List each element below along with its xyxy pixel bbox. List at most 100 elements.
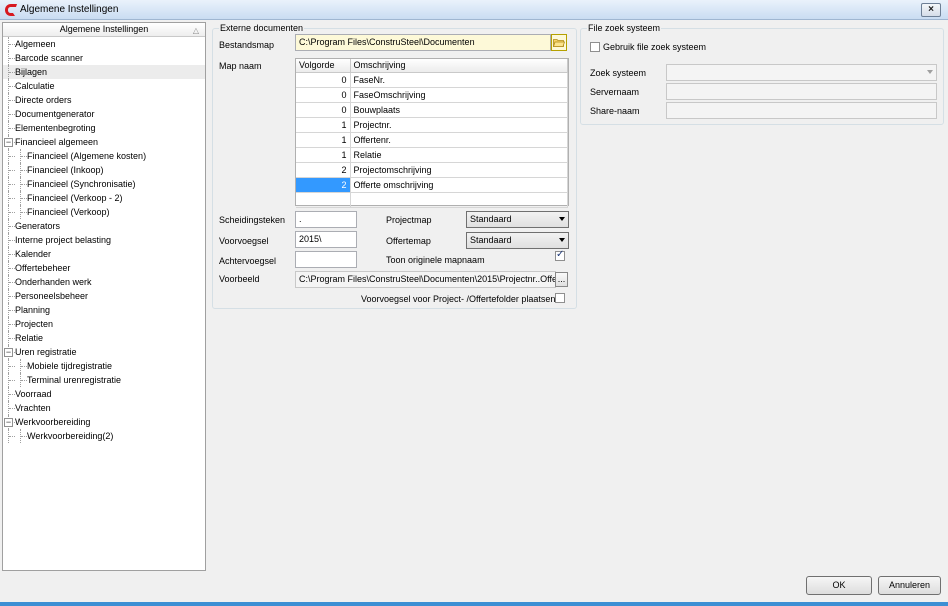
tree-item[interactable]: Werkvoorbereiding(2) [3, 429, 205, 443]
omschrijving-cell[interactable]: FaseNr. [350, 72, 568, 88]
omschrijving-cell[interactable]: Offerte omschrijving [350, 177, 568, 193]
tree-item[interactable]: Financieel (Synchronisatie) [3, 177, 205, 191]
table-row[interactable]: 1 Projectnr. [296, 117, 568, 133]
achtervoegsel-input[interactable] [295, 251, 357, 268]
empty-table-row[interactable] [296, 192, 568, 208]
volgorde-cell[interactable]: 0 [296, 72, 351, 88]
tree-item-label: Werkvoorbereiding [15, 417, 91, 427]
volgorde-cell[interactable]: 1 [296, 147, 351, 163]
tree-item[interactable]: Elementenbegroting [3, 121, 205, 135]
volgorde-cell[interactable]: 1 [296, 117, 351, 133]
table-row[interactable]: 2 Offerte omschrijving [296, 177, 568, 193]
table-row[interactable]: 0 Bouwplaats [296, 102, 568, 118]
tree-item[interactable]: Financieel (Inkoop) [3, 163, 205, 177]
volgorde-cell[interactable]: 2 [296, 162, 351, 178]
tree-item[interactable]: Interne project belasting [3, 233, 205, 247]
collapse-toggle-icon[interactable]: − [4, 348, 13, 357]
close-button[interactable]: × [921, 3, 941, 17]
tree-connector [8, 163, 15, 177]
collapse-toggle-icon[interactable]: − [4, 418, 13, 427]
tree-item-label: Terminal urenregistratie [27, 375, 122, 385]
tree-item[interactable]: Kalender [3, 247, 205, 261]
zoek-systeem-label: Zoek systeem [590, 68, 647, 78]
tree-item[interactable]: Terminal urenregistratie [3, 373, 205, 387]
tree-item[interactable]: Offertebeheer [3, 261, 205, 275]
share-naam-input[interactable] [666, 102, 937, 119]
tree-item-label: Kalender [15, 249, 52, 259]
volgorde-cell[interactable]: 2 [296, 177, 351, 193]
tree-connector [8, 93, 15, 107]
tree-item[interactable]: Onderhanden werk [3, 275, 205, 289]
tree-connector [20, 205, 27, 219]
scheidingsteken-input[interactable]: . [295, 211, 357, 228]
tree-item[interactable]: Bijlagen [3, 65, 205, 79]
tree-item[interactable]: Generators [3, 219, 205, 233]
omschrijving-cell[interactable]: Projectomschrijving [350, 162, 568, 178]
voorvoegsel-input[interactable]: 2015\ [295, 231, 357, 248]
column-header-omschrijving[interactable]: Omschrijving [350, 59, 568, 73]
browse-folder-button[interactable] [551, 34, 567, 51]
volgorde-cell[interactable]: 0 [296, 102, 351, 118]
voorvoegsel-plaatsen-checkbox[interactable] [555, 293, 565, 303]
tree-item[interactable]: Projecten [3, 317, 205, 331]
collapse-toggle-icon[interactable]: − [4, 138, 13, 147]
achtervoegsel-label: Achtervoegsel [219, 256, 277, 266]
tree-item[interactable]: Relatie [3, 331, 205, 345]
sort-ascending-icon[interactable]: △ [193, 24, 199, 37]
table-row[interactable]: 2 Projectomschrijving [296, 162, 568, 178]
gebruik-file-zoek-checkbox[interactable] [590, 42, 600, 52]
tree-item-label: Personeelsbeheer [15, 291, 89, 301]
omschrijving-cell[interactable]: Relatie [350, 147, 568, 163]
omschrijving-cell[interactable]: Projectnr. [350, 117, 568, 133]
toon-originele-mapnaam-checkbox[interactable]: ✓ [555, 249, 565, 261]
tree-item-label: Algemeen [15, 39, 56, 49]
tree-item[interactable]: Mobiele tijdregistratie [3, 359, 205, 373]
volgorde-cell[interactable]: 1 [296, 132, 351, 148]
tree-item[interactable]: Financieel (Algemene kosten) [3, 149, 205, 163]
offertemap-value: Standaard [470, 235, 512, 245]
annuleren-button[interactable]: Annuleren [878, 576, 941, 595]
projectmap-select[interactable]: Standaard [466, 211, 569, 228]
tree-connector [8, 233, 15, 247]
bestandsmap-field[interactable]: C:\Program Files\ConstruSteel\Documenten [295, 34, 551, 51]
tree-item-label: Relatie [15, 333, 44, 343]
tree-header[interactable]: Algemene Instellingen △ [3, 23, 205, 37]
file-zoek-systeem-title: File zoek systeem [587, 23, 662, 33]
table-row[interactable]: 0 FaseNr. [296, 72, 568, 88]
tree-item-label: Bijlagen [15, 67, 48, 77]
tree-item[interactable]: Directe orders [3, 93, 205, 107]
servernaam-input[interactable] [666, 83, 937, 100]
tree-connector [20, 359, 27, 373]
table-row[interactable]: 1 Offertenr. [296, 132, 568, 148]
projectmap-label: Projectmap [386, 215, 432, 225]
projectmap-value: Standaard [470, 214, 512, 224]
tree-item[interactable]: − Uren registratie [3, 345, 205, 359]
omschrijving-cell[interactable]: Bouwplaats [350, 102, 568, 118]
tree-item[interactable]: Financieel (Verkoop - 2) [3, 191, 205, 205]
tree-item[interactable]: Personeelsbeheer [3, 289, 205, 303]
table-row[interactable]: 1 Relatie [296, 147, 568, 163]
tree-item[interactable]: − Werkvoorbereiding [3, 415, 205, 429]
offertemap-select[interactable]: Standaard [466, 232, 569, 249]
tree-item[interactable]: Documentgenerator [3, 107, 205, 121]
tree-item[interactable]: − Financieel algemeen [3, 135, 205, 149]
tree-item[interactable]: Calculatie [3, 79, 205, 93]
volgorde-cell[interactable] [296, 192, 351, 208]
tree-item-label: Mobiele tijdregistratie [27, 361, 113, 371]
volgorde-cell[interactable]: 0 [296, 87, 351, 103]
tree-item-label: Financieel (Algemene kosten) [27, 151, 147, 161]
tree-item[interactable]: Financieel (Verkoop) [3, 205, 205, 219]
tree-item[interactable]: Planning [3, 303, 205, 317]
omschrijving-cell[interactable]: Offertenr. [350, 132, 568, 148]
column-header-volgorde[interactable]: Volgorde [296, 59, 351, 73]
voorbeeld-more-button[interactable]: ... [555, 272, 568, 287]
omschrijving-cell[interactable]: FaseOmschrijving [350, 87, 568, 103]
tree-item[interactable]: Algemeen [3, 37, 205, 51]
tree-item[interactable]: Barcode scanner [3, 51, 205, 65]
omschrijving-cell[interactable] [350, 192, 568, 208]
ok-button[interactable]: OK [806, 576, 872, 595]
zoek-systeem-select[interactable] [666, 64, 937, 81]
tree-item[interactable]: Voorraad [3, 387, 205, 401]
table-row[interactable]: 0 FaseOmschrijving [296, 87, 568, 103]
tree-item[interactable]: Vrachten [3, 401, 205, 415]
